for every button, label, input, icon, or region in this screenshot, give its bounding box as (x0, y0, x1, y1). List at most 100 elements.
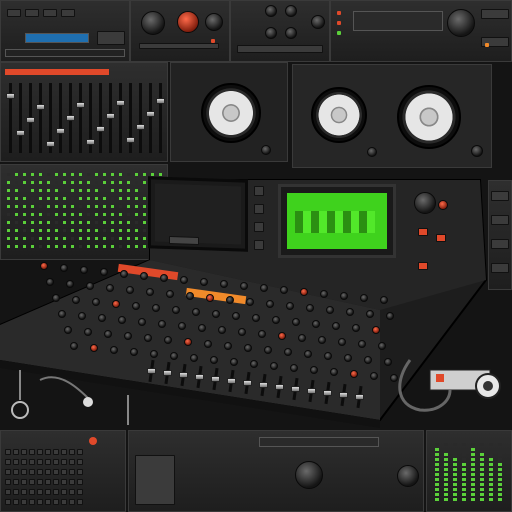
console-button[interactable] (254, 240, 264, 250)
knob-icon[interactable] (124, 332, 132, 340)
rack-button[interactable] (61, 459, 67, 465)
rack-button[interactable] (77, 449, 83, 455)
knob-icon[interactable] (238, 328, 246, 336)
knob-icon[interactable] (150, 350, 158, 358)
knob-icon[interactable] (100, 268, 108, 276)
rack-button[interactable] (45, 499, 51, 505)
knob-icon[interactable] (126, 286, 134, 294)
knob-icon[interactable] (166, 290, 174, 298)
knob-icon[interactable] (246, 298, 254, 306)
knob-icon[interactable] (447, 9, 475, 37)
knob-icon[interactable] (80, 266, 88, 274)
fader-knob[interactable] (227, 378, 236, 384)
knob-icon[interactable] (98, 314, 106, 322)
rack-button[interactable] (61, 479, 67, 485)
knob-icon[interactable] (164, 336, 172, 344)
knob-icon[interactable] (471, 145, 483, 157)
rack-button[interactable] (77, 479, 83, 485)
knob-icon[interactable] (212, 310, 220, 318)
rack-button[interactable] (29, 489, 35, 495)
fader-knob[interactable] (243, 380, 252, 386)
knob-icon[interactable] (280, 286, 288, 294)
rack-button[interactable] (53, 489, 59, 495)
knob-icon[interactable] (318, 336, 326, 344)
knob-icon[interactable] (146, 288, 154, 296)
knob-icon[interactable] (218, 326, 226, 334)
rack-button[interactable] (139, 43, 219, 49)
knob-icon[interactable] (40, 262, 48, 270)
rack-button[interactable] (21, 489, 27, 495)
knob-icon[interactable] (190, 354, 198, 362)
knob-icon[interactable] (192, 308, 200, 316)
rack-button[interactable] (13, 479, 19, 485)
console-button[interactable] (254, 204, 264, 214)
console-button[interactable] (418, 228, 428, 236)
knob-icon[interactable] (366, 310, 374, 318)
knob-icon[interactable] (66, 280, 74, 288)
rack-button[interactable] (53, 449, 59, 455)
knob-icon[interactable] (285, 27, 297, 39)
rack-button[interactable] (61, 469, 67, 475)
knob-icon[interactable] (78, 312, 86, 320)
knob-icon[interactable] (130, 348, 138, 356)
rack-button[interactable] (61, 449, 67, 455)
rack-button[interactable] (21, 499, 27, 505)
fader-knob[interactable] (96, 126, 105, 132)
knob-icon[interactable] (290, 364, 298, 372)
knob-icon[interactable] (367, 147, 377, 157)
fader-knob[interactable] (26, 117, 35, 123)
fader-knob[interactable] (275, 384, 284, 390)
rack-button[interactable] (481, 9, 509, 19)
rack-button[interactable] (53, 479, 59, 485)
knob-icon[interactable] (46, 278, 54, 286)
knob-icon[interactable] (265, 5, 277, 17)
rack-button[interactable] (37, 449, 43, 455)
fader-knob[interactable] (116, 100, 125, 106)
fader-knob[interactable] (36, 104, 45, 110)
rack-button[interactable] (29, 469, 35, 475)
rack-button[interactable] (77, 469, 83, 475)
knob-icon[interactable] (138, 318, 146, 326)
knob-icon[interactable] (158, 320, 166, 328)
knob-icon[interactable] (438, 200, 448, 210)
rack-button[interactable] (37, 469, 43, 475)
fader-knob[interactable] (323, 390, 332, 396)
rack-button[interactable] (45, 489, 51, 495)
knob-icon[interactable] (52, 294, 60, 302)
rack-button[interactable] (69, 469, 75, 475)
knob-icon[interactable] (380, 296, 388, 304)
knob-icon[interactable] (286, 302, 294, 310)
rack-button[interactable] (61, 489, 67, 495)
knob-icon[interactable] (252, 314, 260, 322)
knob-icon[interactable] (352, 324, 360, 332)
console-button[interactable] (254, 186, 264, 196)
rack-button[interactable] (29, 499, 35, 505)
knob-icon[interactable] (180, 276, 188, 284)
rack-button[interactable] (45, 459, 51, 465)
knob-icon[interactable] (210, 356, 218, 364)
console-button[interactable] (418, 262, 428, 270)
knob-icon[interactable] (386, 312, 394, 320)
rack-button[interactable] (37, 499, 43, 505)
knob-icon[interactable] (200, 278, 208, 286)
knob-icon[interactable] (344, 354, 352, 362)
rack-button[interactable] (5, 469, 11, 475)
rack-button[interactable] (37, 489, 43, 495)
knob-icon[interactable] (258, 330, 266, 338)
knob-icon[interactable] (378, 342, 386, 350)
rack-button[interactable] (29, 449, 35, 455)
knob-icon[interactable] (184, 338, 192, 346)
knob-icon[interactable] (272, 316, 280, 324)
rack-button[interactable] (45, 479, 51, 485)
knob-icon[interactable] (326, 306, 334, 314)
rack-button[interactable] (21, 449, 27, 455)
fader-knob[interactable] (66, 115, 75, 121)
knob-icon[interactable] (178, 322, 186, 330)
knob-icon[interactable] (186, 292, 194, 300)
console-left-display[interactable] (148, 176, 248, 252)
rack-button[interactable] (13, 489, 19, 495)
knob-icon[interactable] (284, 348, 292, 356)
rack-button[interactable] (25, 9, 39, 17)
rack-button[interactable] (53, 469, 59, 475)
rack-button[interactable] (37, 459, 43, 465)
